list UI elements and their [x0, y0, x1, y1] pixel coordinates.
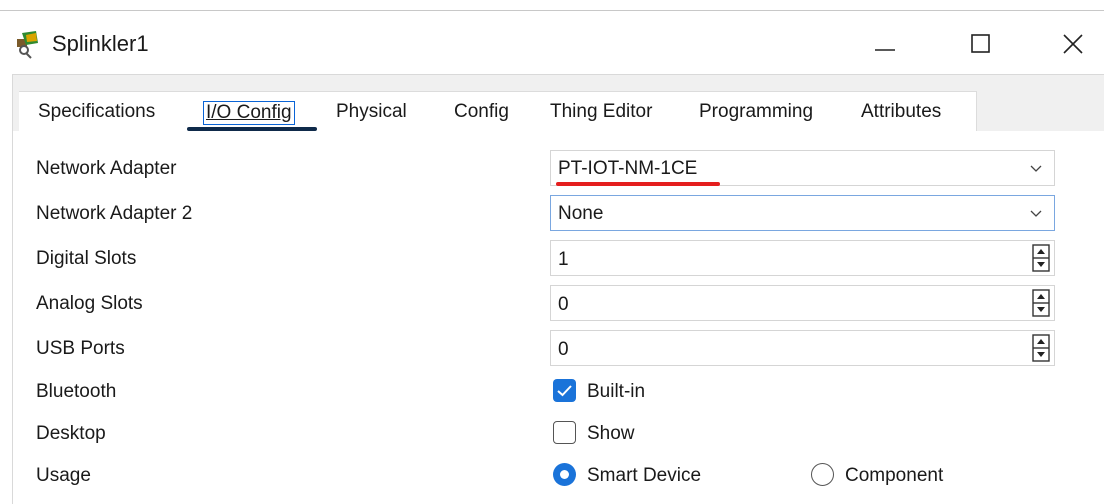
- red-underline-annotation: [556, 182, 720, 186]
- maximize-icon: [971, 34, 990, 53]
- network-adapter-label: Network Adapter: [36, 158, 177, 179]
- digital-slots-spinbox[interactable]: 1: [550, 240, 1055, 276]
- minimize-button[interactable]: [862, 24, 908, 64]
- chevron-down-icon: [1030, 165, 1042, 172]
- tab-io-config[interactable]: I/O Config: [203, 101, 295, 125]
- bluetooth-option-label[interactable]: Built-in: [587, 381, 645, 403]
- maximize-button[interactable]: [958, 24, 1004, 64]
- bluetooth-checkbox[interactable]: [553, 379, 576, 402]
- network-adapter-2-select[interactable]: None: [550, 195, 1055, 231]
- spin-arrows-icon[interactable]: [1032, 289, 1050, 317]
- title-bar[interactable]: Splinkler1: [0, 14, 1104, 74]
- spin-arrows-icon[interactable]: [1032, 334, 1050, 362]
- app-icon: [17, 31, 38, 59]
- bluetooth-label: Bluetooth: [36, 381, 117, 402]
- dialog-content: Specifications I/O Config Physical Confi…: [12, 74, 1104, 504]
- tab-physical[interactable]: Physical: [336, 101, 407, 123]
- tab-thing-editor[interactable]: Thing Editor: [550, 101, 652, 123]
- network-adapter-2-label: Network Adapter 2: [36, 203, 193, 224]
- component-label[interactable]: Component: [845, 465, 943, 487]
- active-tab-indicator: [187, 127, 317, 131]
- smart-device-label[interactable]: Smart Device: [587, 465, 701, 487]
- network-adapter-value: PT-IOT-NM-1CE: [558, 158, 698, 179]
- background-window-edge: [0, 0, 1104, 14]
- chevron-down-icon: [1030, 210, 1042, 217]
- tab-specifications[interactable]: Specifications: [38, 101, 155, 123]
- analog-slots-spinbox[interactable]: 0: [550, 285, 1055, 321]
- tab-attributes[interactable]: Attributes: [861, 101, 941, 123]
- network-adapter-2-value: None: [558, 203, 604, 224]
- checkmark-icon: [557, 385, 572, 397]
- close-icon: [1063, 34, 1083, 54]
- analog-slots-label: Analog Slots: [36, 293, 143, 314]
- component-radio[interactable]: [811, 463, 834, 486]
- digital-slots-label: Digital Slots: [36, 248, 137, 269]
- tab-bar: Specifications I/O Config Physical Confi…: [13, 75, 1104, 131]
- desktop-option-label[interactable]: Show: [587, 423, 635, 445]
- usb-ports-value: 0: [558, 339, 569, 360]
- tab-config[interactable]: Config: [454, 101, 509, 123]
- tab-programming[interactable]: Programming: [699, 101, 813, 123]
- minimize-icon: [875, 49, 895, 51]
- analog-slots-value: 0: [558, 294, 569, 315]
- smart-device-radio[interactable]: [553, 463, 576, 486]
- digital-slots-value: 1: [558, 249, 569, 270]
- desktop-checkbox[interactable]: [553, 421, 576, 444]
- usage-label: Usage: [36, 465, 91, 486]
- window-title: Splinkler1: [52, 31, 149, 56]
- desktop-label: Desktop: [36, 423, 106, 444]
- network-adapter-select[interactable]: PT-IOT-NM-1CE: [550, 150, 1055, 186]
- usb-ports-spinbox[interactable]: 0: [550, 330, 1055, 366]
- spin-arrows-icon[interactable]: [1032, 244, 1050, 272]
- usb-ports-label: USB Ports: [36, 338, 125, 359]
- close-button[interactable]: [1050, 24, 1096, 64]
